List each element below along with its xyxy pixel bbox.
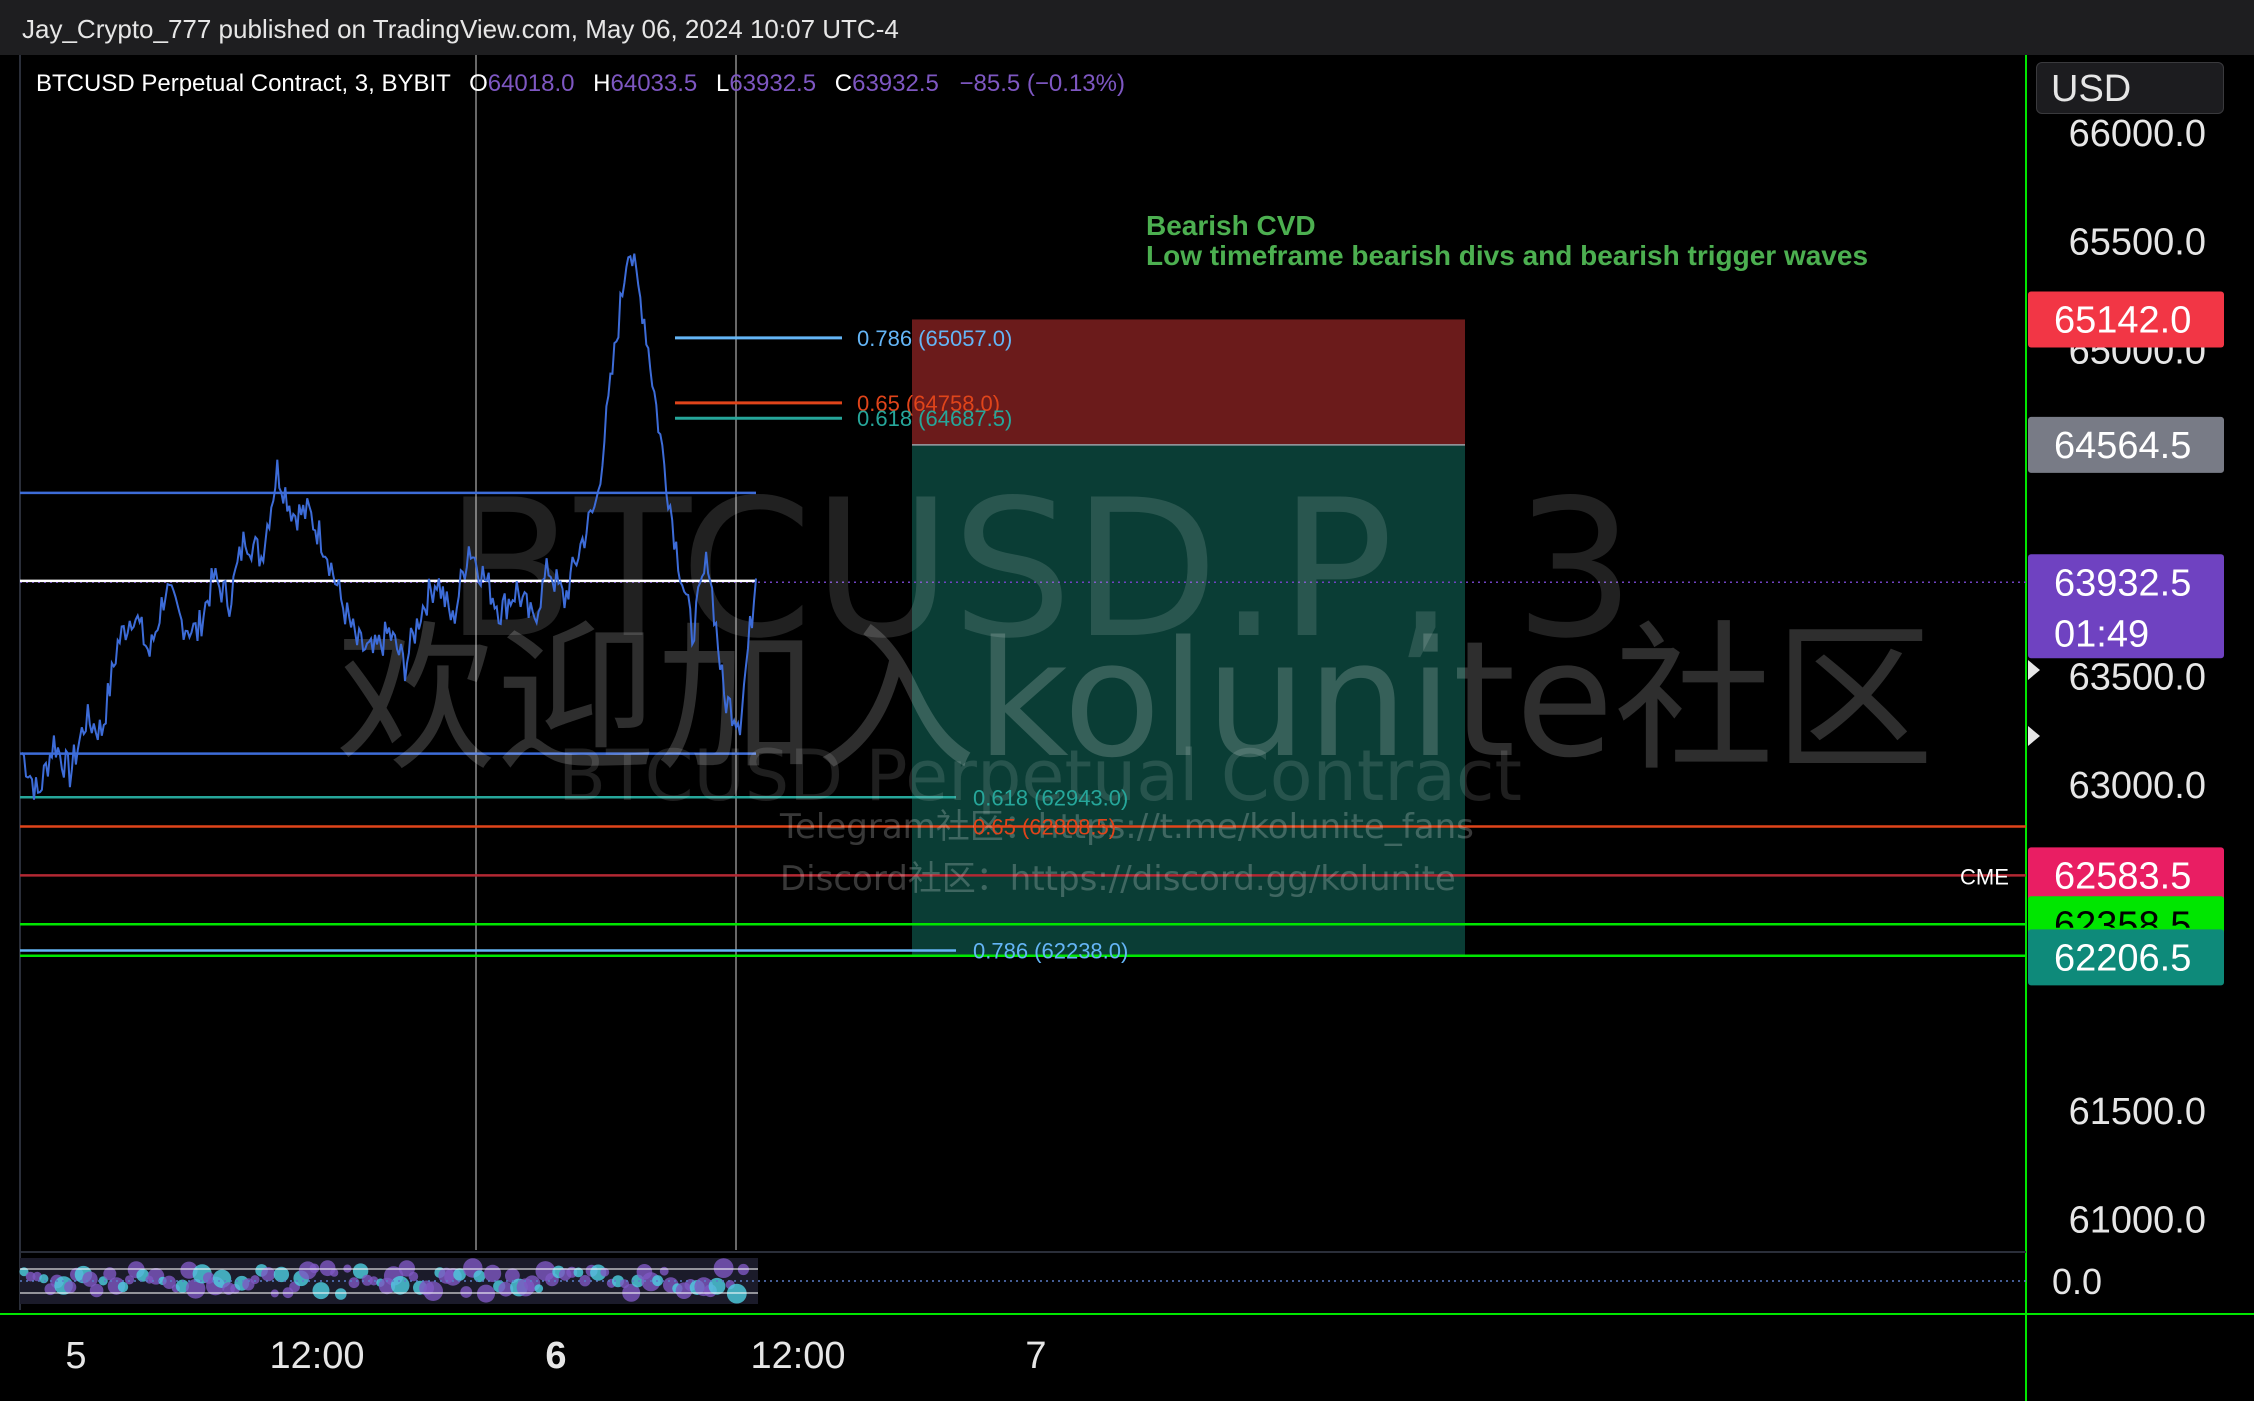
high-value: 64033.5 (610, 70, 698, 97)
fib-level-label: 0.618 (64687.5) (857, 406, 1012, 431)
oscillator-dot (64, 1281, 77, 1294)
time-axis: 5 12:00 6 12:00 7 (65, 1335, 1046, 1377)
oscillator-dot (330, 1268, 339, 1277)
annotation-title: Bearish CVD (1146, 210, 1316, 241)
oscillator-dot (250, 1275, 260, 1285)
price-axis-label-text: 64564.5 (2054, 425, 2191, 467)
y-tick-label: 63500.0 (2069, 656, 2206, 698)
close-key: C (834, 70, 853, 97)
price-axis-label-text: 63932.5 (2054, 562, 2191, 604)
price-chart[interactable]: CME BTCUSD.P, 3欢迎加入kolunite社区BTCUSD Perp… (0, 55, 2254, 1401)
oscillator-dot (312, 1282, 330, 1300)
close-value: 63932.5 (852, 70, 939, 97)
x-tick-label: 12:00 (750, 1335, 845, 1377)
y-tick-label: 63000.0 (2069, 765, 2206, 807)
oscillator-dot (713, 1258, 734, 1278)
oscillator-dot (39, 1274, 49, 1284)
symbol-name: BTCUSD Perpetual Contract, 3, BYBIT (36, 70, 451, 97)
price-axis-label-text: 65142.0 (2054, 299, 2191, 341)
oscillator-dot (390, 1276, 410, 1295)
publish-header: Jay_Crypto_777 published on TradingView.… (0, 0, 2254, 55)
fib-level-label: 0.786 (62238.0) (973, 938, 1128, 963)
oscillator-dot (423, 1281, 444, 1301)
countdown-label: 01:49 (2054, 613, 2149, 655)
axis-marker-icon (2028, 726, 2040, 746)
watermark-discord: Discord社区：https://discord.gg/kolunite (780, 859, 1456, 899)
fib-level-label: 0.618 (62943.0) (973, 785, 1128, 810)
annotation-body: Low timeframe bearish divs and bearish t… (1146, 240, 1869, 271)
open-key: O (469, 70, 488, 97)
cme-label: CME (1960, 864, 2009, 889)
x-tick-label: 6 (545, 1335, 566, 1377)
low-value: 63932.5 (729, 70, 817, 97)
high-key: H (593, 70, 611, 97)
oscillator-dot (534, 1284, 544, 1293)
change-value: −85.5 (−0.13%) (959, 70, 1125, 97)
x-tick-label: 5 (65, 1335, 86, 1377)
axis-marker-icon (2028, 660, 2040, 680)
watermark-telegram: Telegram社区：https://t.me/kolunite_fans (779, 807, 1474, 847)
oscillator-dot (408, 1271, 419, 1282)
y-tick-label: 66000.0 (2069, 113, 2206, 155)
oscillator-dot (460, 1286, 473, 1298)
x-tick-label: 7 (1025, 1335, 1046, 1377)
oscillator-dot (484, 1264, 502, 1282)
y-tick-label: 65500.0 (2069, 222, 2206, 264)
y-tick-label: 61500.0 (2069, 1091, 2206, 1133)
oscillator-dot (659, 1266, 669, 1276)
oscillator-dot (348, 1277, 360, 1289)
oscillator-zero-label: 0.0 (2052, 1261, 2102, 1302)
y-tick-label: 61000.0 (2069, 1200, 2206, 1242)
watermark: BTCUSD.P, 3欢迎加入kolunite社区BTCUSD Perpetua… (336, 459, 1934, 899)
price-axis-label-text: 62583.5 (2054, 855, 2191, 897)
oscillator-dot (89, 1283, 104, 1298)
publish-line: Jay_Crypto_777 published on TradingView.… (22, 14, 899, 44)
price-axis: 66000.065500.065000.063500.063000.061500… (2028, 113, 2224, 1242)
currency-selector[interactable]: USD (2036, 62, 2224, 114)
ohlc-legend: BTCUSD Perpetual Contract, 3, BYBIT O640… (36, 70, 1125, 98)
oscillator-dot (335, 1288, 347, 1300)
low-key: L (715, 70, 730, 97)
x-tick-label: 12:00 (269, 1335, 364, 1377)
price-axis-label-text: 62206.5 (2054, 937, 2191, 979)
fib-level-label: 0.786 (65057.0) (857, 326, 1012, 351)
oscillator-pane: 0.0 (19, 1258, 2102, 1304)
open-value: 64018.0 (487, 70, 575, 97)
fib-level-label: 0.65 (62808.5) (973, 815, 1116, 840)
